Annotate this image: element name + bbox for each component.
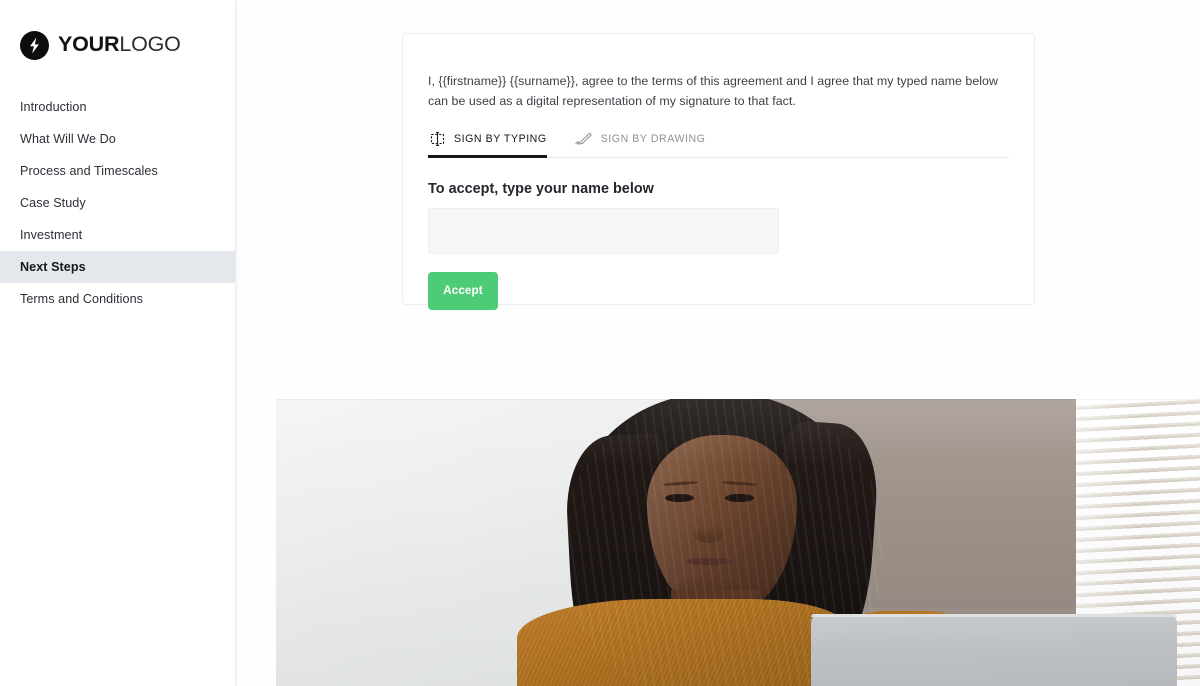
- hero-photo: [276, 399, 1200, 686]
- lightning-bolt-icon: [20, 30, 49, 60]
- photo-lips: [686, 558, 731, 566]
- signature-method-tabs: SIGN BY TYPING SIGN BY DRAWING: [428, 129, 1009, 158]
- hero-photo-image: [276, 399, 1200, 686]
- logo-text-secondary: LOGO: [119, 32, 181, 57]
- photo-nose: [694, 526, 724, 543]
- pen-signature-icon: [575, 132, 594, 146]
- sidebar-item-label: Process and Timescales: [20, 164, 158, 178]
- photo-laptop-edge: [811, 614, 1178, 618]
- sidebar-item-introduction[interactable]: Introduction: [0, 91, 235, 123]
- sidebar-item-case-study[interactable]: Case Study: [0, 187, 235, 219]
- photo-top-edge: [276, 399, 1200, 400]
- photo-laptop: [811, 614, 1178, 686]
- proposal-page: YOURLOGO Introduction What Will We Do Pr…: [0, 0, 1200, 686]
- sidebar-item-label: Terms and Conditions: [20, 292, 143, 306]
- logo-text-primary: YOUR: [58, 32, 120, 57]
- sidebar-item-terms-and-conditions[interactable]: Terms and Conditions: [0, 283, 235, 315]
- tab-label: SIGN BY DRAWING: [600, 133, 706, 146]
- logo[interactable]: YOURLOGO: [0, 0, 235, 64]
- sidebar-item-label: Case Study: [20, 196, 86, 210]
- agreement-text: I, {{firstname}} {{surname}}, agree to t…: [428, 74, 998, 108]
- sidebar-item-what-will-we-do[interactable]: What Will We Do: [0, 123, 235, 155]
- sidebar-item-label: Introduction: [20, 100, 87, 114]
- photo-cardigan-texture: [517, 598, 845, 686]
- tab-sign-by-typing[interactable]: SIGN BY TYPING: [428, 129, 547, 158]
- sidebar-item-label: Next Steps: [20, 260, 86, 274]
- sidebar-nav: Introduction What Will We Do Process and…: [0, 91, 235, 315]
- sidebar-item-next-steps[interactable]: Next Steps: [0, 251, 235, 283]
- keyboard-typing-icon: [428, 131, 447, 146]
- main-content: I, {{firstname}} {{surname}}, agree to t…: [236, 0, 1200, 686]
- sidebar: YOURLOGO Introduction What Will We Do Pr…: [0, 0, 236, 686]
- sidebar-item-process-and-timescales[interactable]: Process and Timescales: [0, 155, 235, 187]
- sidebar-item-label: Investment: [20, 228, 83, 242]
- type-name-prompt: To accept, type your name below: [428, 180, 654, 197]
- logo-text: YOURLOGO: [58, 34, 181, 56]
- accept-button[interactable]: Accept: [428, 271, 498, 310]
- sidebar-item-investment[interactable]: Investment: [0, 219, 235, 251]
- sidebar-item-label: What Will We Do: [20, 132, 116, 146]
- tab-sign-by-drawing[interactable]: SIGN BY DRAWING: [575, 128, 706, 157]
- signature-card: I, {{firstname}} {{surname}}, agree to t…: [402, 33, 1035, 310]
- tab-label: SIGN BY TYPING: [454, 132, 547, 145]
- signature-name-input[interactable]: [428, 207, 779, 254]
